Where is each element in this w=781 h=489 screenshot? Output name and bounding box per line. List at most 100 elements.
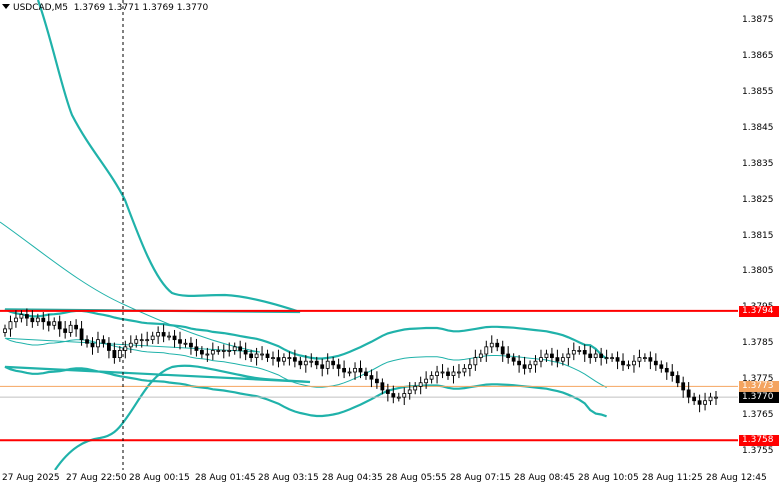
candle-body xyxy=(314,360,319,366)
candle-body xyxy=(489,342,494,348)
candle-body xyxy=(681,382,686,391)
candle-body xyxy=(90,342,95,348)
candle-body xyxy=(670,371,675,376)
bollinger-middle-band xyxy=(0,221,607,388)
time-tick-label: 28 Aug 03:15 xyxy=(258,473,319,483)
candle-body xyxy=(205,353,210,356)
candle-body xyxy=(648,357,653,362)
price-tick-label: 1.3805 xyxy=(742,266,774,277)
candle-body xyxy=(68,324,73,333)
candle-body xyxy=(74,324,78,330)
candle-body xyxy=(506,353,511,359)
candle-body xyxy=(276,357,281,362)
candle-body xyxy=(221,350,226,352)
candle-body xyxy=(347,371,352,374)
candle-body xyxy=(391,393,396,398)
candle-body xyxy=(101,339,106,344)
candle-body xyxy=(369,375,374,380)
candle-body xyxy=(35,317,40,323)
current-price-tag: 1.3773 xyxy=(739,381,779,393)
bollinger-upper-band xyxy=(4,0,608,360)
candle-body xyxy=(577,350,582,352)
candle-body xyxy=(364,371,368,376)
candle-body xyxy=(238,346,243,351)
candle-body xyxy=(309,360,314,363)
price-tick-label: 1.3865 xyxy=(742,50,774,61)
time-tick-label: 28 Aug 07:15 xyxy=(450,473,511,483)
price-tick-label: 1.3835 xyxy=(742,158,774,169)
candle-body xyxy=(287,357,292,360)
candle-body xyxy=(467,364,472,369)
candle-body xyxy=(385,389,390,394)
candle-body xyxy=(303,360,308,366)
candle-body xyxy=(593,353,598,359)
candle-body xyxy=(544,353,549,359)
candle-body xyxy=(189,342,193,348)
time-axis[interactable]: 27 Aug 2025 27 Aug 22:50 28 Aug 00:15 28 Au… xyxy=(0,470,781,489)
last-close-tag: 1.3770 xyxy=(739,392,779,404)
candle-body xyxy=(52,321,57,326)
candle-body xyxy=(539,357,543,362)
candle-body xyxy=(555,357,560,362)
candle-body xyxy=(664,367,669,373)
candle-body xyxy=(320,364,325,369)
candle-body xyxy=(358,367,363,373)
candle-body xyxy=(457,371,461,374)
chart-title: USDCAD,M5 1.3769 1.3771 1.3769 1.3770 xyxy=(2,3,208,13)
chart-canvas xyxy=(0,0,738,470)
candle-body xyxy=(292,357,297,362)
price-plot[interactable]: USDCAD,M5 1.3769 1.3771 1.3769 1.3770 xyxy=(0,0,738,470)
candle-body xyxy=(582,350,587,355)
candle-body xyxy=(413,385,418,391)
price-axis[interactable]: 1.3875 1.3865 1.3855 1.3845 1.3835 1.3825 1.38… xyxy=(738,0,781,470)
candle-body xyxy=(325,360,330,369)
candle-body xyxy=(653,360,658,366)
candle-body xyxy=(522,364,527,369)
price-tick-label: 1.3855 xyxy=(742,86,774,97)
candle-body xyxy=(429,375,434,380)
time-tick-label: 28 Aug 05:55 xyxy=(386,473,447,483)
candle-body xyxy=(123,346,128,351)
symbol-label: USDCAD,M5 xyxy=(13,3,68,13)
candle-body xyxy=(167,335,171,338)
candle-body xyxy=(588,353,593,359)
candle-body xyxy=(249,353,254,359)
candle-body xyxy=(271,357,275,360)
candle-body xyxy=(172,335,177,341)
candle-body xyxy=(714,396,718,399)
candle-body xyxy=(396,396,401,399)
dropdown-arrow-icon[interactable] xyxy=(2,4,10,9)
candle-body xyxy=(243,350,248,355)
candle-body xyxy=(550,353,554,359)
candle-body xyxy=(632,360,636,366)
candle-body xyxy=(424,378,429,384)
candle-body xyxy=(145,339,150,342)
candle-body xyxy=(686,389,691,398)
candle-body xyxy=(407,389,412,394)
chart-window[interactable]: USDCAD,M5 1.3769 1.3771 1.3769 1.3770 1.… xyxy=(0,0,781,489)
time-tick-label: 28 Aug 01:45 xyxy=(195,473,256,483)
candle-body xyxy=(194,346,199,351)
candle-body xyxy=(697,400,702,405)
candle-body xyxy=(336,364,341,369)
candle-body xyxy=(199,350,204,355)
candle-body xyxy=(178,339,182,344)
candle-body xyxy=(435,371,439,376)
candle-body xyxy=(353,367,357,373)
candle-body xyxy=(265,353,270,359)
candle-body xyxy=(63,328,68,333)
candle-body xyxy=(134,339,139,344)
candle-body xyxy=(599,353,604,359)
candle-body xyxy=(85,339,89,344)
price-tick-label: 1.3755 xyxy=(742,446,774,456)
candle-body xyxy=(96,339,100,348)
ohlc-readout: 1.3769 1.3771 1.3769 1.3770 xyxy=(73,3,209,13)
time-tick-label: 28 Aug 00:15 xyxy=(129,473,190,483)
price-tick-label: 1.3765 xyxy=(742,410,774,421)
candle-body xyxy=(484,346,489,355)
time-tick-label: 28 Aug 10:05 xyxy=(578,473,639,483)
candle-body xyxy=(19,314,24,319)
candle-body xyxy=(626,364,631,367)
candle-body xyxy=(500,346,505,355)
candle-body xyxy=(615,357,620,362)
